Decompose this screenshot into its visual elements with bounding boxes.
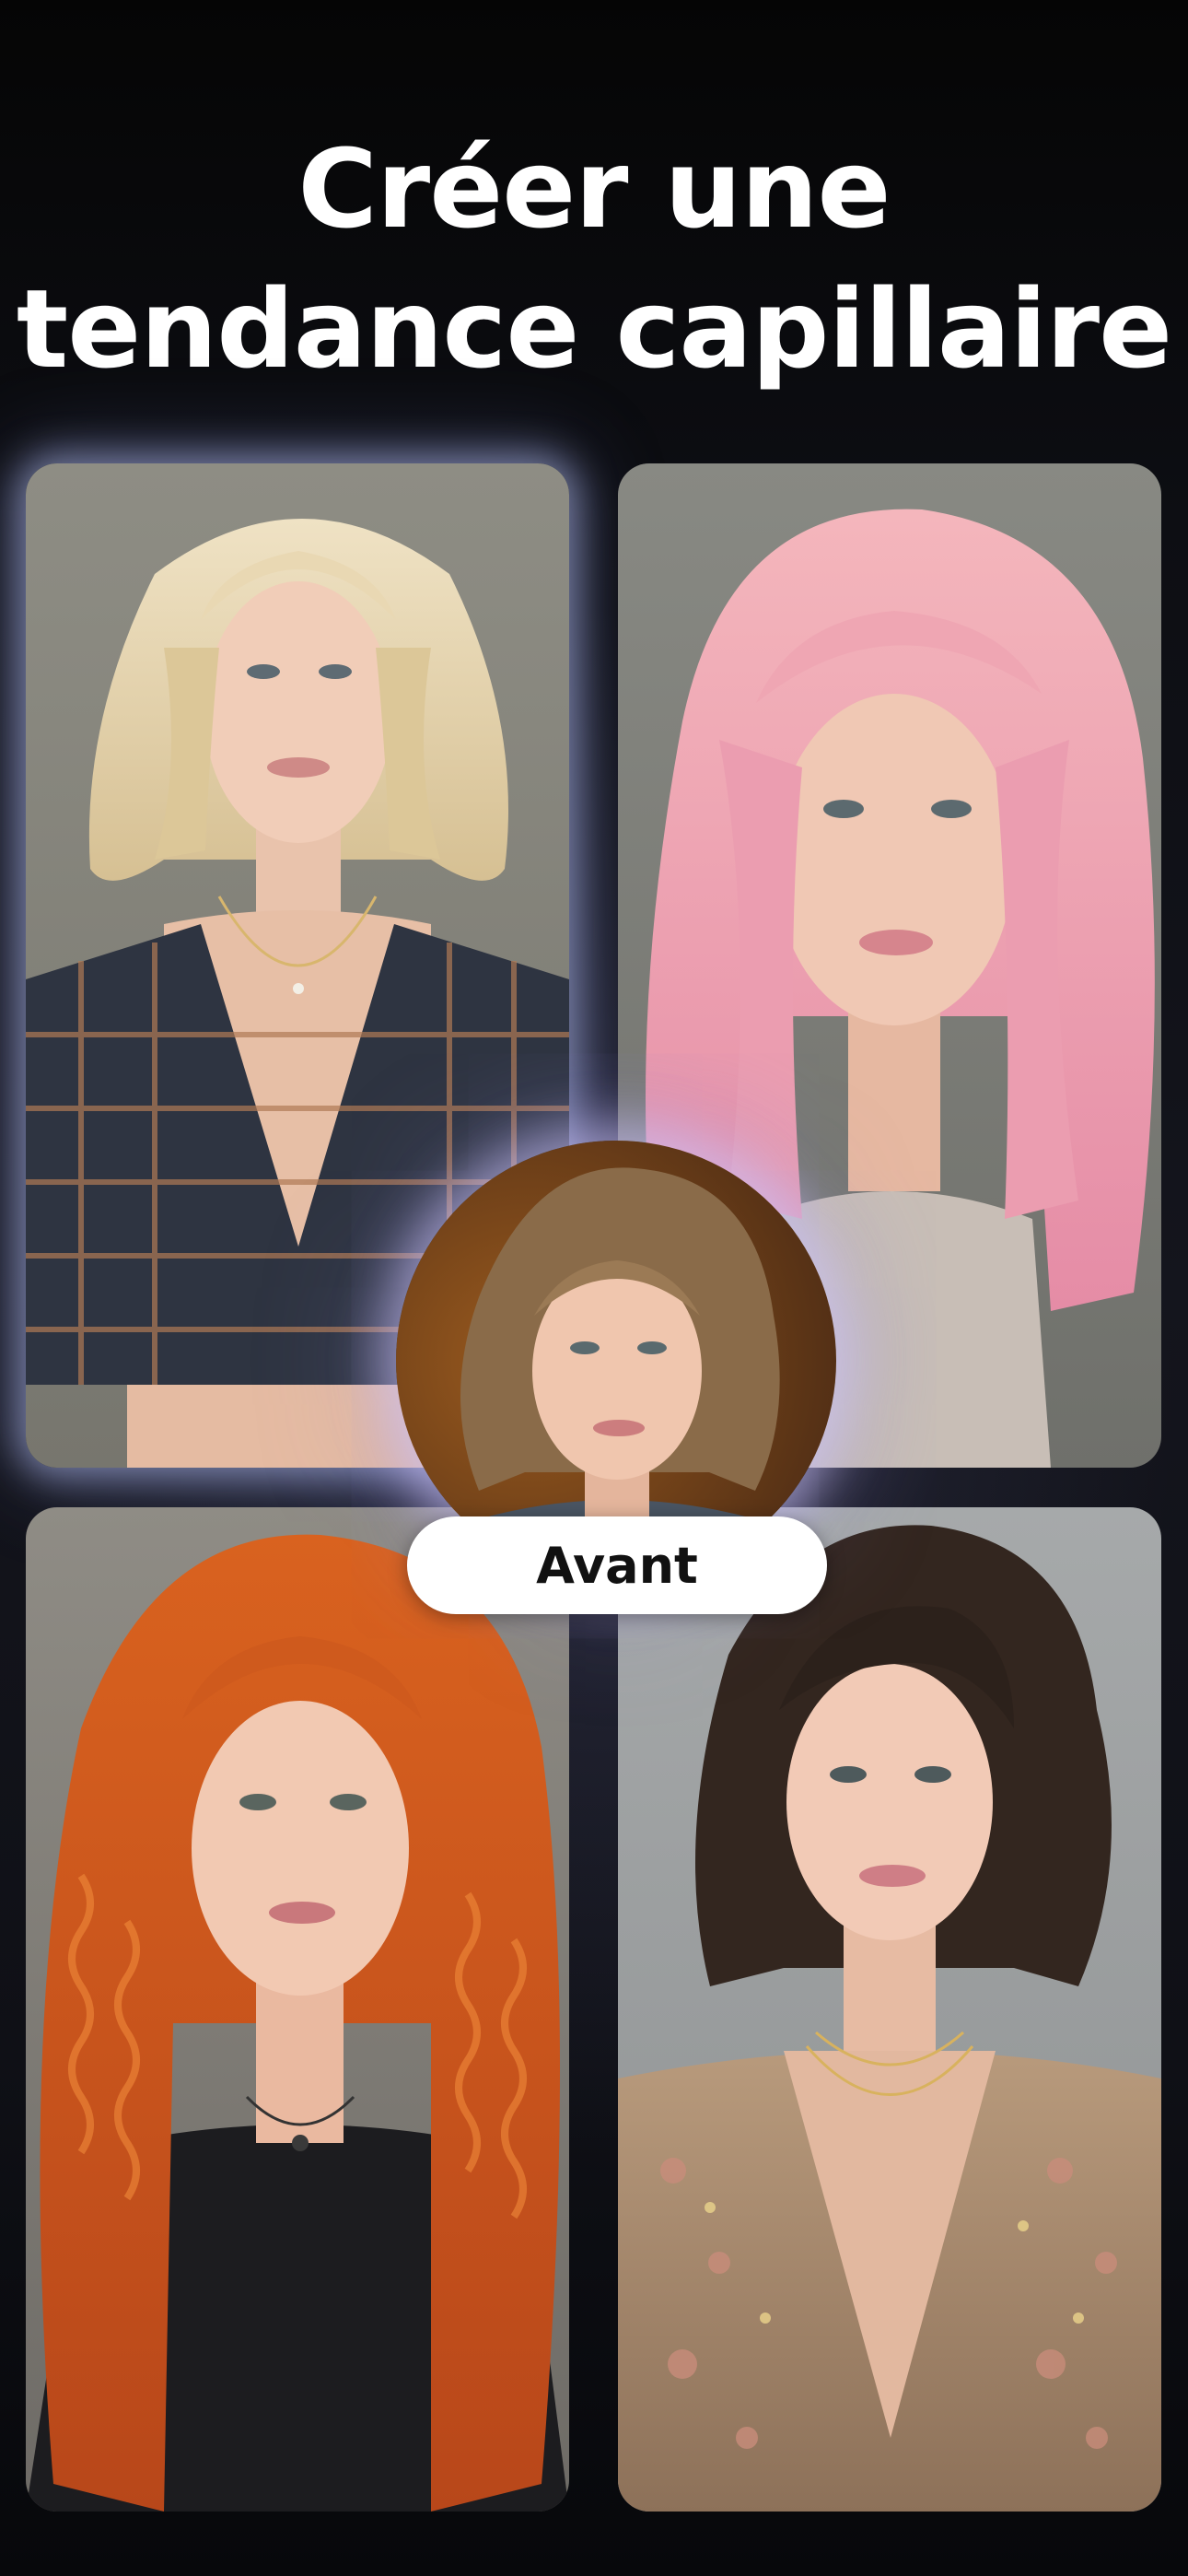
headline: Créer une tendance capillaire — [0, 119, 1188, 399]
style-card-brunette-bob[interactable] — [618, 1507, 1161, 2512]
before-label-badge: Avant — [407, 1516, 827, 1614]
portrait-red-curls — [26, 1507, 569, 2512]
before-photo — [396, 1141, 836, 1581]
headline-line-1: Créer une — [297, 125, 891, 253]
portrait-before — [396, 1141, 836, 1581]
headline-line-2: tendance capillaire — [16, 265, 1172, 393]
before-label: Avant — [536, 1536, 698, 1595]
style-card-red-curls[interactable] — [26, 1507, 569, 2512]
portrait-brunette-bob — [618, 1507, 1161, 2512]
app-background: Créer une tendance capillaire Avant — [0, 0, 1188, 2576]
